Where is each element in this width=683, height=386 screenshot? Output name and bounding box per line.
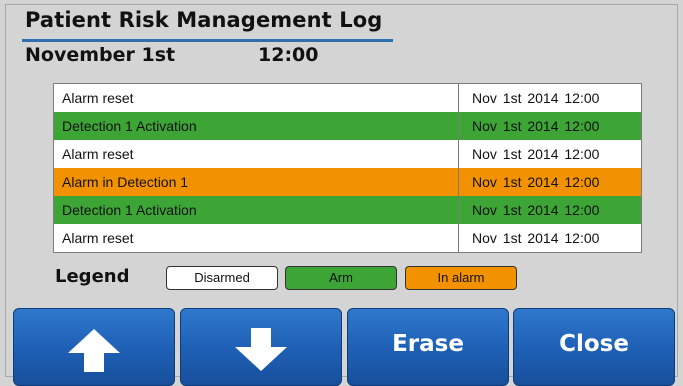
log-event: Detection 1 Activation [62, 202, 197, 218]
log-row[interactable]: Alarm reset Nov 1st 2014 12:00 [54, 140, 641, 168]
log-timestamp: Nov 1st 2014 12:00 [458, 140, 641, 168]
log-event: Alarm in Detection 1 [62, 174, 189, 190]
arrow-up-icon [68, 329, 120, 372]
event-log-table: Alarm reset Nov 1st 2014 12:00 Detection… [53, 83, 642, 253]
title-underline [22, 39, 393, 42]
current-time: 12:00 [258, 44, 319, 66]
log-timestamp: Nov 1st 2014 12:00 [458, 112, 641, 140]
legend-label: Legend [55, 266, 130, 287]
log-timestamp: Nov 1st 2014 12:00 [458, 84, 641, 112]
log-event: Alarm reset [62, 146, 134, 162]
log-row[interactable]: Detection 1 Activation Nov 1st 2014 12:0… [54, 196, 641, 224]
log-event: Detection 1 Activation [62, 118, 197, 134]
page-title: Patient Risk Management Log [25, 8, 383, 32]
scroll-up-button[interactable] [13, 308, 175, 386]
current-date: November 1st [25, 44, 176, 66]
log-event: Alarm reset [62, 230, 134, 246]
log-row[interactable]: Detection 1 Activation Nov 1st 2014 12:0… [54, 112, 641, 140]
legend-arm: Arm [285, 266, 397, 290]
log-row[interactable]: Alarm reset Nov 1st 2014 12:00 [54, 84, 641, 112]
log-timestamp: Nov 1st 2014 12:00 [458, 224, 641, 252]
scroll-down-button[interactable] [180, 308, 342, 386]
legend-disarmed: Disarmed [166, 266, 278, 290]
close-button[interactable]: Close [513, 308, 675, 386]
erase-button[interactable]: Erase [347, 308, 509, 386]
arrow-down-icon [235, 328, 287, 371]
log-row[interactable]: Alarm reset Nov 1st 2014 12:00 [54, 224, 641, 252]
log-timestamp: Nov 1st 2014 12:00 [458, 168, 641, 196]
log-event: Alarm reset [62, 90, 134, 106]
log-row[interactable]: Alarm in Detection 1 Nov 1st 2014 12:00 [54, 168, 641, 196]
legend-in-alarm: In alarm [405, 266, 517, 290]
log-timestamp: Nov 1st 2014 12:00 [458, 196, 641, 224]
